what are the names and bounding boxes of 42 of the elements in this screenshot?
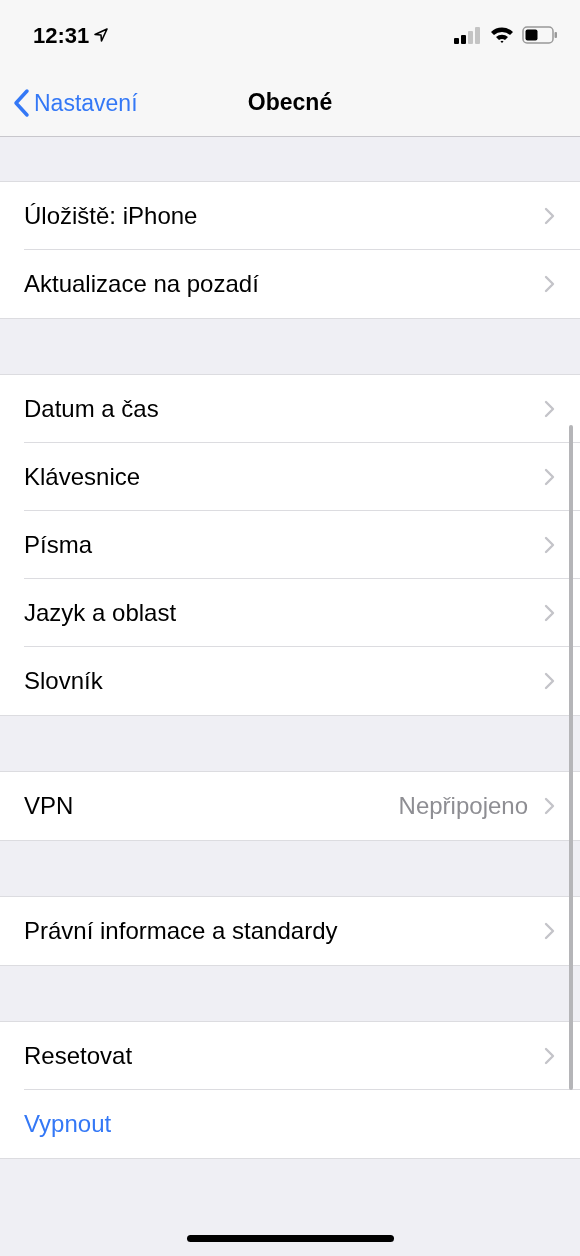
row-label: Písma (24, 529, 93, 560)
status-time: 12:31 (33, 21, 90, 50)
row-label: Jazyk a oblast (24, 597, 178, 628)
row-label: Resetovat (24, 1040, 134, 1071)
row-label: VPN (24, 791, 75, 821)
chevron-icon (544, 603, 556, 622)
settings-row[interactable]: Písma (0, 511, 580, 579)
wifi-icon (490, 26, 514, 44)
battery-icon (522, 26, 558, 44)
location-arrow-icon (93, 27, 110, 43)
settings-row[interactable]: Datum a čas (0, 375, 580, 443)
settings-row[interactable]: Klávesnice (0, 443, 580, 511)
nav-title: Obecné (247, 87, 333, 117)
row-label: Klávesnice (24, 461, 142, 492)
row-label: Slovník (24, 666, 104, 696)
row-label: Datum a čas (24, 393, 160, 424)
chevron-icon (544, 672, 556, 690)
signal-icon (454, 26, 482, 44)
back-button[interactable]: Nastavení (12, 86, 138, 121)
chevron-icon (544, 399, 556, 418)
row-label: Úložiště: iPhone (24, 200, 199, 231)
row-label: Aktualizace na pozadí (24, 269, 260, 299)
settings-row[interactable]: Aktualizace na pozadí (0, 250, 580, 318)
chevron-icon (544, 1046, 556, 1065)
chevron-icon (544, 922, 556, 940)
chevron-icon (544, 206, 556, 225)
settings-row[interactable]: VPN Nepřipojeno (0, 772, 580, 840)
chevron-icon (544, 467, 556, 486)
chevron-icon (544, 797, 556, 815)
chevron-icon (544, 275, 556, 293)
back-chevron-icon (12, 88, 30, 119)
settings-row[interactable]: Úložiště: iPhone (0, 182, 580, 250)
chevron-icon (544, 535, 556, 554)
settings-row[interactable]: Vypnout (0, 1090, 580, 1158)
row-label: Právní informace a standardy (24, 916, 339, 946)
settings-row[interactable]: Jazyk a oblast (0, 579, 580, 647)
settings-row[interactable]: Slovník (0, 647, 580, 715)
home-indicator[interactable] (187, 1235, 394, 1242)
settings-row[interactable]: Právní informace a standardy (0, 897, 580, 965)
row-label: Vypnout (24, 1109, 113, 1139)
settings-row[interactable]: Resetovat (0, 1022, 580, 1090)
row-value: Nepřipojeno (398, 791, 528, 821)
